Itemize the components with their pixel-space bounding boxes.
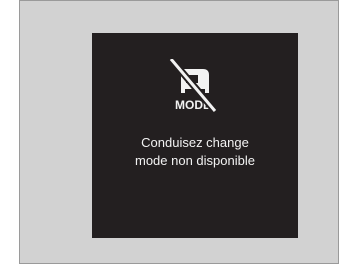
message-line-1: Conduisez change [141,135,249,150]
display-screen: MODE Conduisez change mode non disponibl… [92,33,298,238]
mode-unavailable-icon: MODE [168,59,218,114]
unavailable-message: Conduisez change mode non disponible [92,134,298,170]
message-line-2: mode non disponible [135,153,255,168]
